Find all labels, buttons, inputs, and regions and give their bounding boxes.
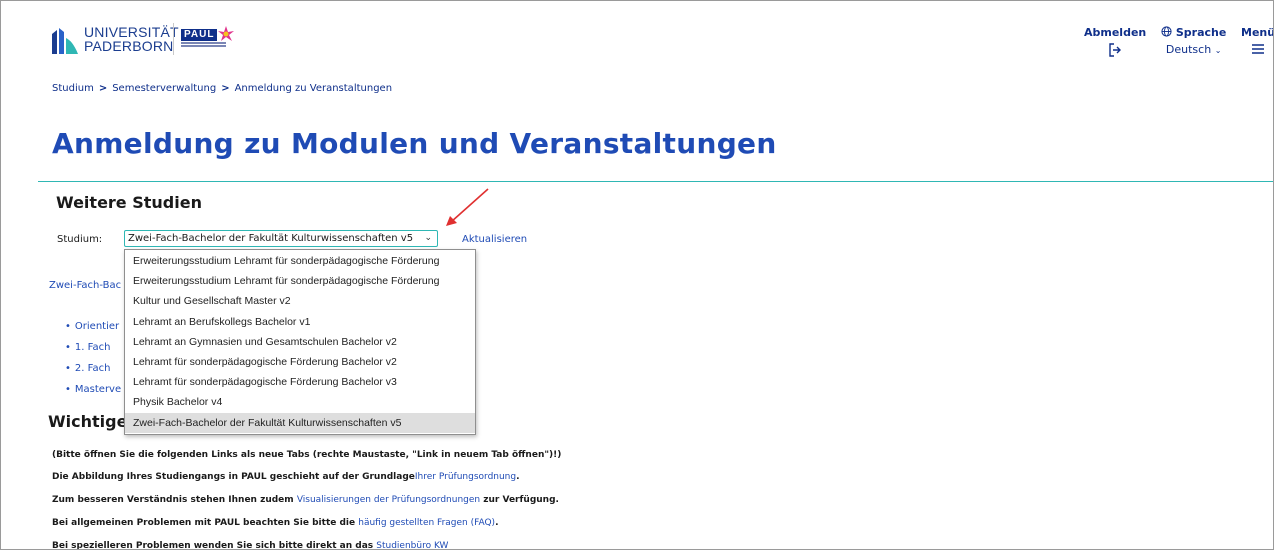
dropdown-option[interactable]: Kultur und Gesellschaft Master v2	[125, 291, 475, 311]
language-label: Sprache	[1175, 26, 1227, 39]
info-text: zur Verfügung.	[480, 495, 559, 505]
university-name: UNIVERSITÄT PADERBORN	[84, 25, 179, 53]
paul-burst-icon	[218, 26, 234, 41]
list-item[interactable]: Masterve	[65, 383, 121, 404]
university-name-line1: UNIVERSITÄT	[84, 24, 179, 40]
logout-button[interactable]: Abmelden	[1084, 26, 1146, 57]
info-text: Bei spezielleren Problemen wenden Sie si…	[52, 541, 377, 550]
chevron-down-icon: ⌄	[1214, 46, 1222, 55]
info-line-tabs-hint: (Bitte öffnen Sie die folgenden Links al…	[52, 450, 562, 460]
visualisierungen-link[interactable]: Visualisierungen der Prüfungsordnungen	[297, 495, 480, 505]
info-text: Die Abbildung Ihres Studiengangs in PAUL…	[52, 472, 415, 482]
section-title-weitere-studien: Weitere Studien	[56, 193, 202, 212]
list-item[interactable]: 2. Fach	[65, 362, 121, 383]
language-value: Deutsch ⌄	[1161, 43, 1226, 56]
dropdown-option[interactable]: Physik Bachelor v4	[125, 392, 475, 412]
hamburger-icon	[1252, 44, 1265, 54]
breadcrumb-separator: >	[98, 83, 108, 94]
paul-logo-text: PAUL	[181, 29, 218, 41]
globe-icon	[1161, 26, 1176, 39]
faq-link[interactable]: häufig gestellten Fragen (FAQ)	[358, 518, 495, 528]
dropdown-option[interactable]: Erweiterungsstudium Lehramt für sonderpä…	[125, 271, 475, 291]
pruefungsordnung-link[interactable]: Ihrer Prüfungsordnung	[415, 472, 516, 482]
info-text: Zum besseren Verständnis stehen Ihnen zu…	[52, 495, 297, 505]
chevron-down-icon: ⌄	[424, 233, 432, 243]
refresh-link[interactable]: Aktualisieren	[462, 234, 527, 245]
language-selector[interactable]: Sprache Deutsch ⌄	[1161, 26, 1226, 56]
list-item[interactable]: Orientier	[65, 320, 121, 341]
info-line-visualisierungen: Zum besseren Verständnis stehen Ihnen zu…	[52, 495, 559, 505]
title-divider	[38, 181, 1273, 182]
studienbuero-link[interactable]: Studienbüro KW	[376, 541, 448, 549]
studium-select-value: Zwei-Fach-Bachelor der Fakultät Kulturwi…	[128, 233, 414, 244]
dropdown-option[interactable]: Lehramt für sonderpädagogische Förderung…	[125, 352, 475, 372]
info-text: Bei allgemeinen Problemen mit PAUL beach…	[52, 518, 359, 528]
breadcrumb-separator: >	[221, 83, 230, 94]
program-structure-list: Orientier 1. Fach 2. Fach Masterve	[65, 320, 121, 404]
annotation-arrow-icon	[446, 188, 489, 226]
info-line-pruefungsordnung: Die Abbildung Ihres Studiengangs in PAUL…	[52, 472, 520, 482]
dropdown-option[interactable]: Lehramt an Berufskollegs Bachelor v1	[125, 312, 475, 332]
university-logo-icon[interactable]	[50, 26, 80, 56]
breadcrumb: Studium > Semesterverwaltung > Anmeldung zu …	[52, 83, 392, 94]
logout-label: Abmelden	[1084, 26, 1147, 39]
breadcrumb-item-semesterverwaltung[interactable]: Semesterverwaltung	[112, 83, 216, 94]
university-name-line2: PADERBORN	[84, 38, 174, 54]
section-title-wichtige: Wichtige	[48, 412, 128, 431]
info-line-studienbuero: Bei spezielleren Problemen wenden Sie si…	[52, 541, 448, 550]
language-value-text: Deutsch	[1165, 43, 1212, 56]
dropdown-option[interactable]: Lehramt für sonderpädagogische Förderung…	[125, 372, 475, 392]
studium-label: Studium:	[57, 234, 103, 245]
browser-page: UNIVERSITÄT PADERBORN PAUL Abmelden Spra…	[0, 0, 1274, 550]
paul-logo[interactable]: PAUL	[181, 25, 234, 51]
breadcrumb-item-studium[interactable]: Studium	[52, 83, 94, 94]
list-item[interactable]: 1. Fach	[65, 341, 121, 362]
logo-divider	[173, 23, 174, 55]
menu-label: Menü	[1241, 26, 1274, 39]
info-line-faq: Bei allgemeinen Problemen mit PAUL beach…	[52, 518, 498, 528]
logout-icon	[1109, 43, 1122, 57]
page-title: Anmeldung zu Modulen und Veranstaltungen	[52, 127, 777, 160]
studium-dropdown-list[interactable]: Erweiterungsstudium Lehramt für sonderpä…	[124, 249, 476, 435]
breadcrumb-item-anmeldung[interactable]: Anmeldung zu Veranstaltungen	[235, 83, 392, 94]
program-link[interactable]: Zwei-Fach-Bac	[49, 280, 121, 291]
dropdown-option[interactable]: Erweiterungsstudium Lehramt für sonderpä…	[125, 251, 475, 271]
studium-select[interactable]: Zwei-Fach-Bachelor der Fakultät Kulturwi…	[124, 230, 438, 247]
info-text: .	[495, 518, 499, 528]
dropdown-option[interactable]: Lehramt an Gymnasien und Gesamtschulen B…	[125, 332, 475, 352]
dropdown-option-selected[interactable]: Zwei-Fach-Bachelor der Fakultät Kulturwi…	[125, 412, 475, 433]
menu-button[interactable]: Menü	[1241, 26, 1274, 55]
info-text: .	[516, 472, 520, 482]
